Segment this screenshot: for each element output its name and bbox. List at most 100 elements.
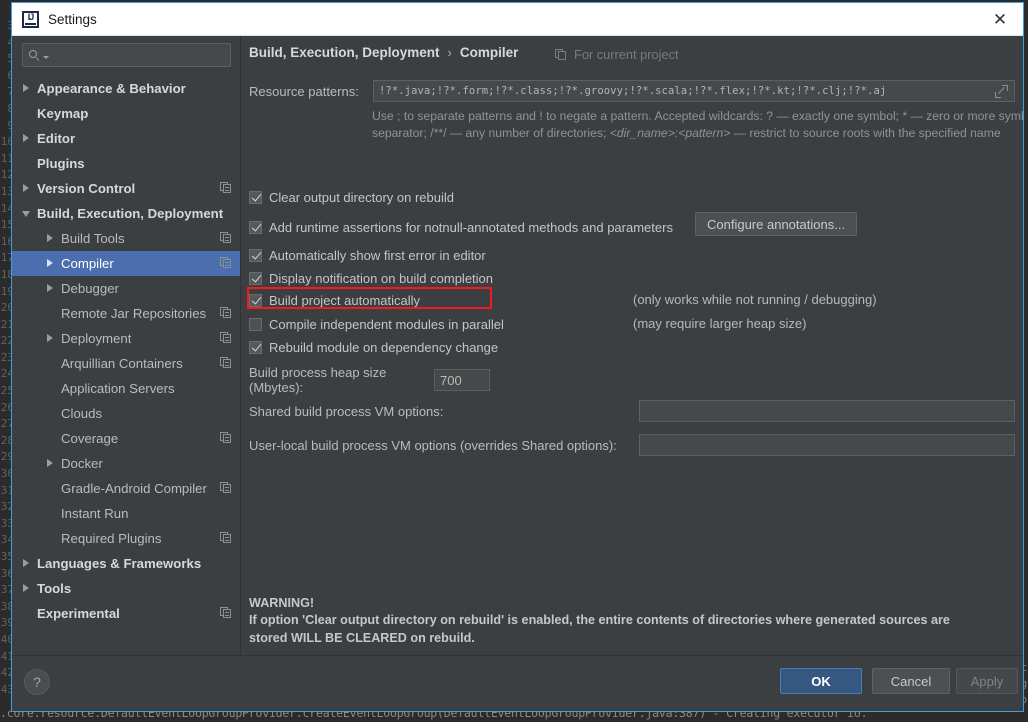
sidebar-item-docker[interactable]: Docker <box>12 451 240 476</box>
checkbox-label: Add runtime assertions for notnull-annot… <box>269 220 673 235</box>
ok-button[interactable]: OK <box>780 668 862 694</box>
chevron-right-icon[interactable] <box>46 459 55 468</box>
sidebar-item-required-plugins[interactable]: Required Plugins <box>12 526 240 551</box>
chevron-down-icon[interactable] <box>22 209 31 218</box>
resource-patterns-help-text: Use ; to separate patterns and ! to nega… <box>372 108 1023 141</box>
dialog-title: Settings <box>48 12 97 27</box>
apply-button[interactable]: Apply <box>956 668 1018 694</box>
resource-patterns-input[interactable]: !?*.java;!?*.form;!?*.class;!?*.groovy;!… <box>373 80 1015 102</box>
checkbox-row-rebuild-module-on-dependency-change[interactable]: Rebuild module on dependency change <box>249 337 498 357</box>
checkbox-checked-icon[interactable] <box>249 191 262 204</box>
field-row-2: User-local build process VM options (ove… <box>249 434 1015 456</box>
sidebar-item-editor[interactable]: Editor <box>12 126 240 151</box>
checkbox-row-add-runtime-assertions-for-notnull-annot[interactable]: Add runtime assertions for notnull-annot… <box>249 217 673 237</box>
sidebar-item-label: Docker <box>61 456 103 471</box>
warning-message: WARNING! If option 'Clear output directo… <box>249 595 989 648</box>
breadcrumb-current: Compiler <box>460 45 519 60</box>
chevron-right-icon[interactable] <box>46 234 55 243</box>
checkbox-hint: (only works while not running / debuggin… <box>633 292 877 307</box>
checkbox-row-build-project-automatically[interactable]: Build project automatically <box>249 290 420 310</box>
project-config-icon <box>220 532 232 544</box>
checkbox-label: Build project automatically <box>269 293 420 308</box>
expand-icon[interactable] <box>995 85 1008 98</box>
configure-annotations-button[interactable]: Configure annotations... <box>695 212 857 236</box>
chevron-right-icon[interactable] <box>46 284 55 293</box>
sidebar-item-label: Plugins <box>37 156 85 171</box>
spacer-icon <box>46 384 55 393</box>
sidebar-item-build-execution-deployment[interactable]: Build, Execution, Deployment <box>12 201 240 226</box>
intellij-icon <box>22 11 39 28</box>
chevron-right-icon[interactable] <box>22 134 31 143</box>
spacer-icon <box>22 159 31 168</box>
search-input[interactable] <box>22 43 231 67</box>
sidebar-item-label: Keymap <box>37 106 88 121</box>
sidebar-item-tools[interactable]: Tools <box>12 576 240 601</box>
sidebar-item-label: Arquillian Containers <box>61 356 183 371</box>
checkbox-checked-icon[interactable] <box>249 294 262 307</box>
field-input-0[interactable]: 700 <box>434 369 490 391</box>
sidebar-item-label: Version Control <box>37 181 135 196</box>
sidebar-item-build-tools[interactable]: Build Tools <box>12 226 240 251</box>
field-input-2[interactable] <box>639 434 1015 456</box>
sidebar-item-deployment[interactable]: Deployment <box>12 326 240 351</box>
breadcrumb-parent[interactable]: Build, Execution, Deployment <box>249 45 440 60</box>
checkbox-label: Compile independent modules in parallel <box>269 317 504 332</box>
close-icon[interactable]: ✕ <box>977 3 1023 36</box>
sidebar-item-compiler[interactable]: Compiler <box>12 251 240 276</box>
spacer-icon <box>46 309 55 318</box>
sidebar-item-version-control[interactable]: Version Control <box>12 176 240 201</box>
sidebar-item-application-servers[interactable]: Application Servers <box>12 376 240 401</box>
project-config-icon <box>220 357 232 369</box>
sidebar-item-instant-run[interactable]: Instant Run <box>12 501 240 526</box>
project-config-icon <box>220 307 232 319</box>
project-config-icon <box>220 257 232 269</box>
checkbox-checked-icon[interactable] <box>249 341 262 354</box>
chevron-right-icon[interactable] <box>46 334 55 343</box>
sidebar-item-languages-frameworks[interactable]: Languages & Frameworks <box>12 551 240 576</box>
chevron-right-icon[interactable] <box>22 84 31 93</box>
sidebar-item-clouds[interactable]: Clouds <box>12 401 240 426</box>
checkbox-hint: (may require larger heap size) <box>633 316 806 331</box>
chevron-right-icon[interactable] <box>22 184 31 193</box>
checkbox-checked-icon[interactable] <box>249 249 262 262</box>
sidebar-item-debugger[interactable]: Debugger <box>12 276 240 301</box>
sidebar-item-appearance-behavior[interactable]: Appearance & Behavior <box>12 76 240 101</box>
cancel-button[interactable]: Cancel <box>872 668 950 694</box>
sidebar-item-experimental[interactable]: Experimental <box>12 601 240 626</box>
checkbox-row-clear-output-directory-on-rebuild[interactable]: Clear output directory on rebuild <box>249 187 454 207</box>
checkbox-row-display-notification-on-build-completion[interactable]: Display notification on build completion <box>249 268 493 288</box>
checkbox-row-automatically-show-first-error-in-editor[interactable]: Automatically show first error in editor <box>249 245 486 265</box>
sidebar-item-keymap[interactable]: Keymap <box>12 101 240 126</box>
spacer-icon <box>22 609 31 618</box>
spacer-icon <box>22 109 31 118</box>
chevron-right-icon[interactable] <box>22 559 31 568</box>
sidebar-item-label: Editor <box>37 131 75 146</box>
sidebar-item-coverage[interactable]: Coverage <box>12 426 240 451</box>
checkbox-row-compile-independent-modules-in-parallel[interactable]: Compile independent modules in parallel <box>249 314 504 334</box>
chevron-right-icon[interactable] <box>46 259 55 268</box>
sidebar-item-label: Remote Jar Repositories <box>61 306 206 321</box>
checkbox-checked-icon[interactable] <box>249 272 262 285</box>
sidebar-item-plugins[interactable]: Plugins <box>12 151 240 176</box>
checkbox-unchecked-icon[interactable] <box>249 318 262 331</box>
settings-tree: Appearance & Behavior Keymap Editor Plugins… <box>12 76 240 626</box>
breadcrumb: Build, Execution, Deployment › Compiler <box>249 45 518 60</box>
sidebar-item-label: Languages & Frameworks <box>37 556 201 571</box>
dialog-footer: ? OK Cancel Apply <box>12 655 1023 711</box>
checkbox-label: Rebuild module on dependency change <box>269 340 498 355</box>
project-config-icon <box>220 332 232 344</box>
sidebar-item-arquillian-containers[interactable]: Arquillian Containers <box>12 351 240 376</box>
spacer-icon <box>46 409 55 418</box>
spacer-icon <box>46 509 55 518</box>
spacer-icon <box>46 484 55 493</box>
resource-patterns-row: Resource patterns: !?*.java;!?*.form;!?*… <box>249 80 1015 102</box>
sidebar-item-label: Appearance & Behavior <box>37 81 186 96</box>
checkbox-checked-icon[interactable] <box>249 221 262 234</box>
field-input-1[interactable] <box>639 400 1015 422</box>
chevron-right-icon[interactable] <box>22 584 31 593</box>
resource-patterns-label: Resource patterns: <box>249 84 373 99</box>
project-config-icon <box>220 432 232 444</box>
sidebar-item-gradle-android-compiler[interactable]: Gradle-Android Compiler <box>12 476 240 501</box>
help-button[interactable]: ? <box>24 669 50 695</box>
sidebar-item-remote-jar-repositories[interactable]: Remote Jar Repositories <box>12 301 240 326</box>
